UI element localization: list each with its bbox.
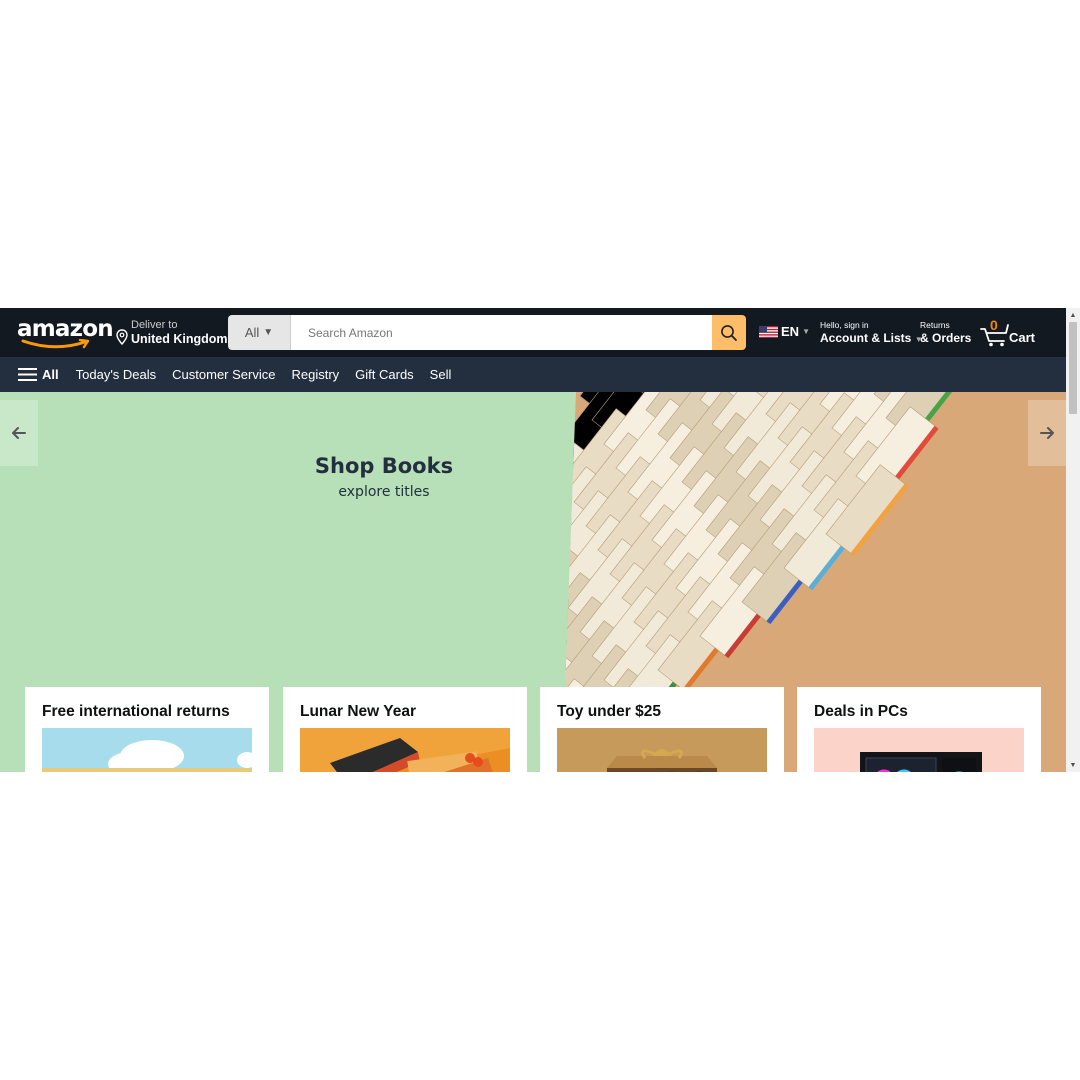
language-code: EN — [781, 324, 800, 339]
browser-viewport: amazon Deliver to United Kingdom All ▼ S… — [0, 308, 1080, 772]
deliver-location: United Kingdom — [131, 332, 228, 346]
card-lunar-new-year[interactable]: Lunar New Year — [283, 687, 527, 772]
card-title: Deals in PCs — [814, 703, 908, 720]
account-label-row: Account & Lists ▼ — [820, 331, 923, 345]
caret-down-icon: ▼ — [263, 327, 274, 338]
card-title: Toy under $25 — [557, 703, 661, 720]
menu-icon — [18, 368, 37, 381]
nav-sell[interactable]: Sell — [430, 367, 452, 382]
card-pc-deals[interactable]: Deals in PCs — [797, 687, 1041, 772]
vertical-scrollbar[interactable]: ▲ ▼ — [1066, 308, 1080, 772]
returns-orders[interactable]: Returns & Orders — [920, 320, 971, 345]
plush-toys-image — [557, 728, 767, 772]
top-header: amazon Deliver to United Kingdom All ▼ S… — [0, 308, 1066, 357]
carousel-next-button[interactable] — [1028, 400, 1066, 466]
account-label: Account & Lists — [820, 331, 912, 345]
cart-count: 0 — [990, 317, 998, 333]
search-input[interactable] — [291, 315, 712, 350]
card-toys[interactable]: Toy under $25 — [540, 687, 784, 772]
location-pin-icon — [116, 329, 128, 345]
search-bar: All ▼ — [228, 315, 746, 350]
us-flag-icon — [759, 325, 778, 338]
card-free-returns[interactable]: Free international returns — [25, 687, 269, 772]
caret-down-icon: ▼ — [802, 327, 810, 336]
language-selector[interactable]: EN ▼ — [759, 324, 810, 339]
returns-label: Returns — [920, 320, 950, 330]
arrow-left-icon — [12, 427, 26, 439]
account-menu[interactable]: Hello, sign in Account & Lists ▼ — [820, 320, 923, 345]
all-menu-button[interactable]: All — [18, 367, 59, 382]
hero-subtitle: explore titles — [338, 484, 430, 500]
amazon-logo[interactable]: amazon — [17, 315, 114, 351]
smile-arrow-icon — [21, 339, 90, 349]
gaming-pc-image — [814, 728, 1024, 772]
nav-bar: All Today's Deals Customer Service Regis… — [0, 357, 1066, 392]
card-title: Free international returns — [42, 703, 230, 720]
search-category-select[interactable]: All ▼ — [228, 315, 291, 350]
carousel-prev-button[interactable] — [0, 400, 38, 466]
scroll-down-icon[interactable]: ▼ — [1066, 758, 1080, 772]
hero-banner[interactable]: Shop Books explore titles Free internati… — [0, 392, 1066, 772]
nav-registry[interactable]: Registry — [291, 367, 339, 382]
scrollbar-thumb[interactable] — [1069, 322, 1077, 414]
nav-gift-cards[interactable]: Gift Cards — [355, 367, 414, 382]
storefront-image — [42, 728, 252, 772]
hero-title: Shop Books — [314, 454, 454, 478]
scroll-up-icon[interactable]: ▲ — [1066, 308, 1080, 322]
all-menu-label: All — [42, 367, 59, 382]
orders-label: & Orders — [920, 331, 972, 345]
search-category-label: All — [244, 325, 260, 340]
search-icon — [721, 324, 737, 341]
card-title: Lunar New Year — [300, 703, 417, 720]
cart-label: Cart — [1009, 330, 1036, 345]
nav-customer-service[interactable]: Customer Service — [172, 367, 275, 382]
gift-boxes-image — [300, 728, 510, 772]
nav-todays-deals[interactable]: Today's Deals — [76, 367, 157, 382]
account-greeting: Hello, sign in — [820, 320, 869, 330]
cart-button[interactable]: 0 Cart — [980, 317, 1042, 348]
search-button[interactable] — [712, 315, 746, 350]
deliver-label: Deliver to — [131, 319, 178, 331]
arrow-right-icon — [1040, 427, 1054, 439]
